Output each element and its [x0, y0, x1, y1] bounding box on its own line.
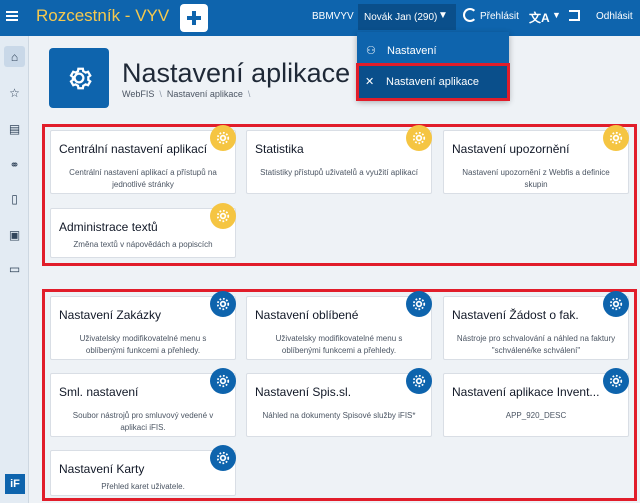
- card-description: Statistiky přístupů uživatelů a využití …: [260, 168, 418, 177]
- card-title: Nastavení aplikace Invent...: [452, 385, 600, 399]
- card-title: Nastavení Zakázky: [59, 308, 162, 322]
- menu-item-label: Nastavení: [387, 45, 437, 57]
- ifis-logo[interactable]: iF: [5, 474, 25, 494]
- user-icon: ⚇: [366, 45, 376, 57]
- app-card[interactable]: Nastavení upozornění Nastavení upozorněn…: [443, 125, 629, 194]
- environment-label: BBMVYV: [312, 11, 354, 22]
- gear-icon: [603, 125, 629, 151]
- card-title: Nastavení Spis.sl.: [255, 385, 352, 399]
- breadcrumb-item[interactable]: Nastavení aplikace: [167, 89, 243, 99]
- breadcrumb-item[interactable]: WebFIS: [122, 89, 154, 99]
- gear-icon: [210, 445, 236, 471]
- app-card[interactable]: Nastavení Karty Přehled karet uživatele.: [50, 445, 236, 496]
- document-icon[interactable]: ▤: [4, 118, 25, 139]
- card-description: Soubor nástrojů pro smluvový vedené v ap…: [72, 411, 214, 432]
- logout-link[interactable]: Odhlásit: [596, 11, 633, 22]
- tools-icon: ✕: [365, 76, 375, 88]
- app-card[interactable]: Nastavení oblíbené Uživatelsky modifikov…: [246, 291, 432, 360]
- top-bar: Rozcestník - VYV BBMVYV Novák Jan (290) …: [0, 0, 640, 36]
- notebook-icon[interactable]: ▣: [4, 224, 25, 245]
- file-icon[interactable]: ▯: [4, 188, 25, 209]
- app-card[interactable]: Nastavení Zakázky Uživatelsky modifikova…: [50, 291, 236, 360]
- menu-item-label: Nastavení aplikace: [386, 76, 479, 88]
- gear-icon: [210, 125, 236, 151]
- card-description: Uživatelsky modifikovatelné menu s oblíb…: [275, 334, 403, 355]
- sidebar: ⌂ ☆ ▤ ⚭ ▯ ▣ ▭: [0, 36, 29, 503]
- card-title: Centrální nastavení aplikací: [59, 142, 208, 156]
- caret-down-icon: ▼: [438, 10, 448, 21]
- app-card[interactable]: Nastavení Žádost o fak. Nástroje pro sch…: [443, 291, 629, 360]
- star-icon[interactable]: ☆: [4, 82, 25, 103]
- gear-icon: [406, 125, 432, 151]
- card-title: Nastavení oblíbené: [255, 308, 359, 322]
- app-card[interactable]: Centrální nastavení aplikací Centrální n…: [50, 125, 236, 194]
- breadcrumb: WebFIS \ Nastavení aplikace \: [122, 89, 251, 99]
- card-description: APP_920_DESC: [505, 411, 567, 420]
- app-card[interactable]: Nastavení aplikace Invent... APP_920_DES…: [443, 368, 629, 437]
- gear-icon: [210, 291, 236, 317]
- card-title: Nastavení upozornění: [452, 142, 570, 156]
- card-title: Administrace textů: [59, 220, 158, 234]
- logout-icon[interactable]: [569, 10, 580, 21]
- menu-item-settings[interactable]: ⚇ Nastavení: [357, 36, 509, 66]
- app-card[interactable]: Nastavení Spis.sl. Náhled na dokumenty S…: [246, 368, 432, 437]
- card-title: Sml. nastavení: [59, 385, 139, 399]
- user-menu-button[interactable]: Novák Jan (290) ▼: [358, 4, 456, 30]
- gear-icon: [210, 203, 236, 229]
- card-icon[interactable]: ▭: [4, 258, 25, 279]
- card-description: Změna textů v nápovědách a popiscích: [73, 240, 213, 249]
- app-card[interactable]: Statistika Statistiky přístupů uživatelů…: [246, 125, 432, 194]
- gear-icon: [603, 368, 629, 394]
- handshake-icon[interactable]: ⚭: [4, 154, 25, 175]
- card-title: Nastavení Karty: [59, 462, 145, 476]
- card-description: Přehled karet uživatele.: [101, 482, 185, 491]
- home-icon[interactable]: ⌂: [4, 46, 25, 67]
- gear-icon: [49, 48, 109, 108]
- language-icon[interactable]: 文A: [529, 9, 550, 26]
- card-description: Uživatelsky modifikovatelné menu s oblíb…: [79, 334, 207, 355]
- gear-icon: [406, 291, 432, 317]
- app-title[interactable]: Rozcestník - VYV: [36, 6, 169, 26]
- card-description: Centrální nastavení aplikací a přístupů …: [69, 168, 217, 189]
- gear-icon: [210, 368, 236, 394]
- app-card[interactable]: Sml. nastavení Soubor nástrojů pro smluv…: [50, 368, 236, 437]
- switch-user-link[interactable]: Přehlásit: [480, 11, 519, 22]
- user-dropdown-menu: ⚇ Nastavení ✕ Nastavení aplikace: [356, 32, 510, 101]
- gear-icon: [406, 368, 432, 394]
- card-title: Nastavení Žádost o fak.: [452, 308, 579, 322]
- gear-icon: [603, 291, 629, 317]
- card-description: Náhled na dokumenty Spisové služby iFIS*: [262, 411, 416, 420]
- refresh-icon[interactable]: [463, 8, 477, 22]
- card-description: Nastavení upozornění z Webfis a definice…: [462, 168, 610, 189]
- caret-down-icon[interactable]: ▼: [552, 10, 561, 20]
- card-description: Nástroje pro schvalování a náhled na fak…: [456, 334, 616, 355]
- card-title: Statistika: [255, 142, 304, 156]
- app-card[interactable]: Administrace textů Změna textů v nápověd…: [50, 203, 236, 258]
- user-name: Novák Jan (290): [364, 12, 438, 23]
- add-button[interactable]: [180, 4, 208, 32]
- menu-icon[interactable]: [6, 9, 20, 23]
- page-title: Nastavení aplikace: [122, 58, 351, 88]
- menu-item-app-settings[interactable]: ✕ Nastavení aplikace: [356, 63, 510, 101]
